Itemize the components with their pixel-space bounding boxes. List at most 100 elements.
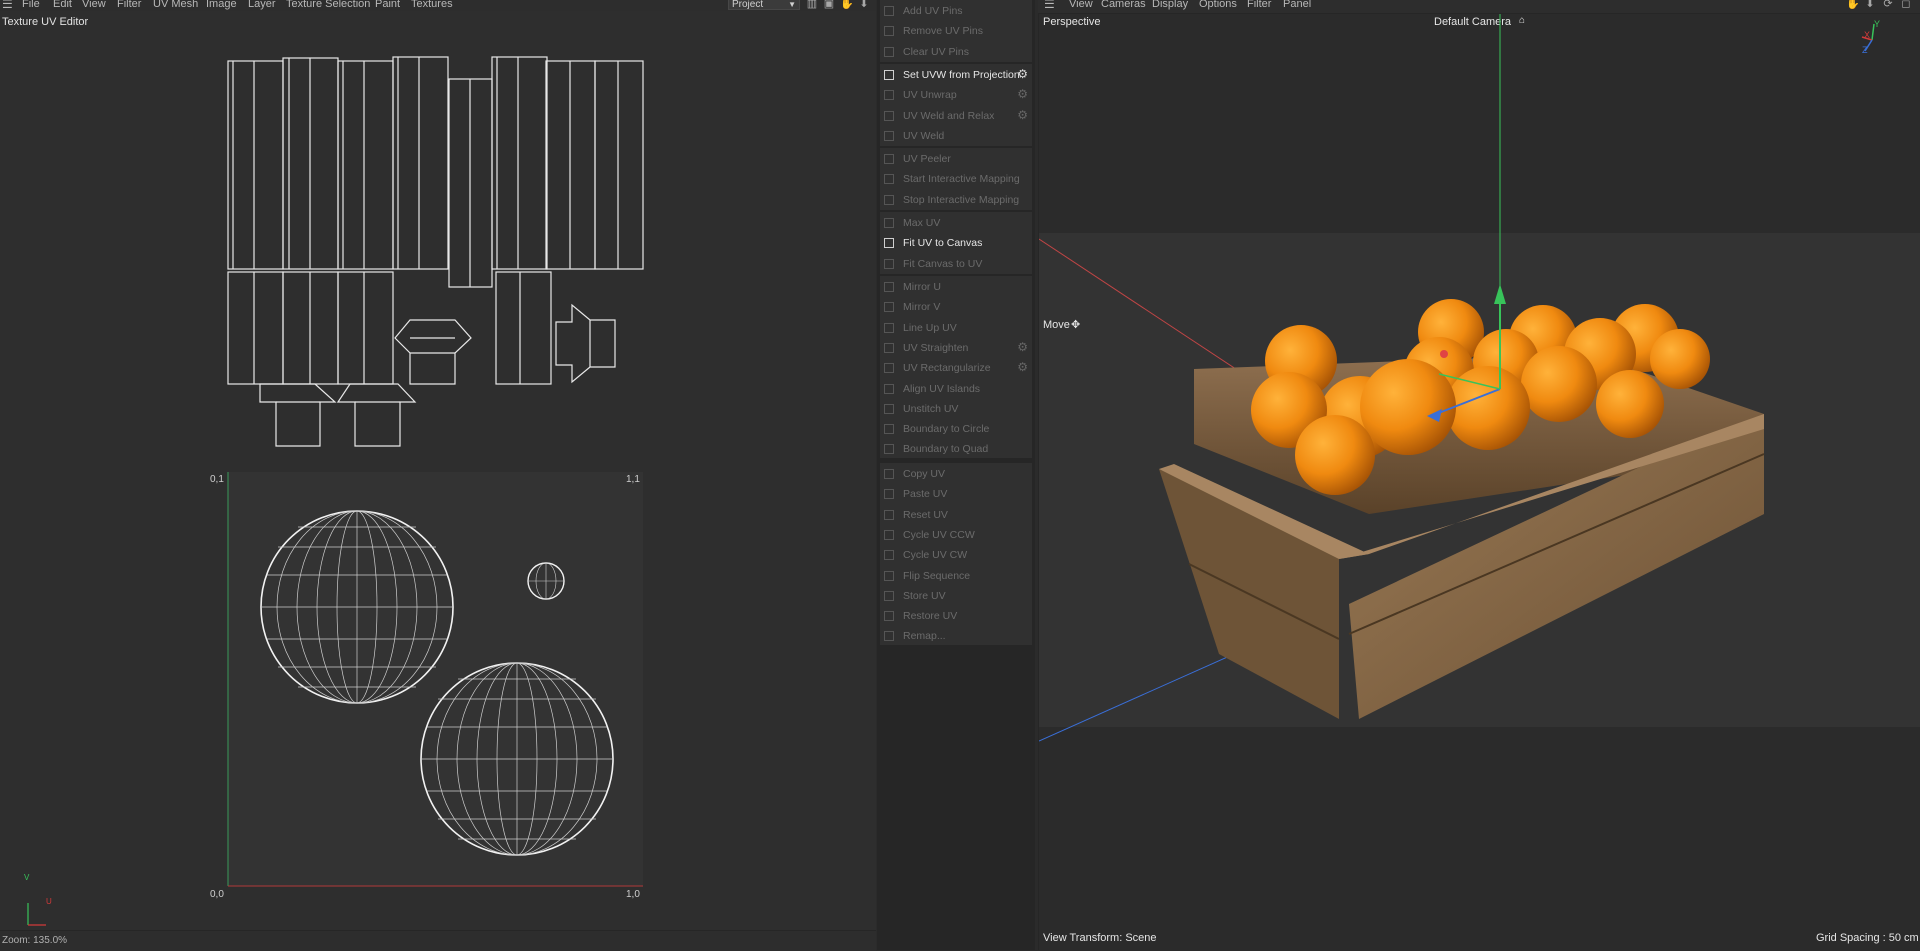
vp-arrow-down-icon[interactable]: ⬇ [1864, 0, 1876, 10]
view-transform-label: View Transform: Scene [1043, 932, 1157, 944]
grid-spacing-label: Grid Spacing : 50 cm [1816, 932, 1919, 944]
project-dropdown[interactable]: Project ▼ [728, 0, 800, 10]
hamburger-icon[interactable]: ☰ [2, 0, 13, 11]
tool-stop-interactive-mapping[interactable]: Stop Interactive Mapping [880, 190, 1032, 210]
tool-boundary-to-quad[interactable]: Boundary to Quad [880, 439, 1032, 459]
tool-reset-uv[interactable]: Reset UV [880, 505, 1032, 525]
align-uv-islands-icon [884, 383, 894, 394]
uv-canvas[interactable] [0, 30, 720, 930]
remap-icon [884, 631, 894, 642]
gear-icon[interactable]: ⚙ [1017, 361, 1028, 374]
tool-label: Remap... [903, 630, 946, 643]
gear-icon[interactable]: ⚙ [1017, 88, 1028, 101]
max-uv-icon [884, 218, 894, 228]
tool-mirror-u[interactable]: Mirror U [880, 277, 1032, 297]
tool-set-uvw-from-projection[interactable]: Set UVW from Projection ⚙ [880, 65, 1032, 85]
tool-cycle-uv-cw[interactable]: Cycle UV CW [880, 545, 1032, 565]
tool-clear-uv-pins[interactable]: Clear UV Pins [880, 42, 1032, 62]
tool-uv-straighten[interactable]: UV Straighten ⚙ [880, 338, 1032, 358]
histogram-icon[interactable]: ▥ [806, 0, 818, 10]
tool-cycle-uv-ccw[interactable]: Cycle UV CCW [880, 525, 1032, 545]
menu-filter[interactable]: Filter [117, 0, 141, 11]
uv-corner-bottom-left: 0,0 [210, 889, 224, 900]
tool-line-up-uv[interactable]: Line Up UV [880, 318, 1032, 338]
uv-square [228, 472, 643, 886]
tool-store-uv[interactable]: Store UV [880, 586, 1032, 606]
menu-file[interactable]: File [22, 0, 40, 11]
tool-label: Paste UV [903, 488, 948, 501]
viewport-scene[interactable] [1039, 14, 1920, 930]
uv-corner-bottom-right: 1,0 [626, 889, 640, 900]
tool-remap[interactable]: Remap... [880, 626, 1032, 646]
tool-label: Start Interactive Mapping [903, 173, 1020, 186]
menu-layer[interactable]: Layer [248, 0, 276, 11]
menu-image[interactable]: Image [206, 0, 237, 11]
uv-tools-panel: Add UV Pins Remove UV Pins Clear UV Pins Se… [877, 0, 1035, 950]
tool-boundary-to-circle[interactable]: Boundary to Circle [880, 419, 1032, 439]
tool-label: UV Rectangularize [903, 362, 991, 375]
tool-start-interactive-mapping[interactable]: Start Interactive Mapping [880, 169, 1032, 189]
tool-uv-rectangularize[interactable]: UV Rectangularize ⚙ [880, 358, 1032, 378]
vp-rotate-icon[interactable]: ⟳ [1882, 0, 1894, 10]
menu-paint[interactable]: Paint [375, 0, 400, 11]
tool-paste-uv[interactable]: Paste UV [880, 484, 1032, 504]
viewport-menubar: ☰ View Cameras Display Options Filter Pa… [1038, 0, 1920, 13]
tool-label: Copy UV [903, 468, 946, 480]
gear-icon[interactable]: ⚙ [1017, 68, 1028, 81]
menu-textures[interactable]: Textures [411, 0, 453, 11]
tool-max-uv[interactable]: Max UV [880, 213, 1032, 233]
viewport-hamburger-icon[interactable]: ☰ [1044, 0, 1055, 11]
tool-flip-sequence[interactable]: Flip Sequence [880, 566, 1032, 586]
lock-icon[interactable]: ▣ [823, 0, 835, 10]
line-up-uv-icon [884, 322, 894, 333]
menu-edit[interactable]: Edit [53, 0, 72, 11]
fit-canvas-to-uv-icon [884, 258, 894, 269]
uv-weld-icon [884, 130, 894, 141]
tool-fit-canvas-to-uv[interactable]: Fit Canvas to UV [880, 254, 1032, 274]
tool-remove-uv-pins[interactable]: Remove UV Pins [880, 21, 1032, 41]
menu-view[interactable]: View [82, 0, 106, 11]
store-uv-icon [884, 590, 894, 601]
uv-unwrap-icon [884, 90, 894, 101]
menu-texture-selection[interactable]: Texture Selection [286, 0, 370, 11]
arrow-down-icon[interactable]: ⬇ [858, 0, 870, 10]
vp-maximize-icon[interactable]: ◻ [1900, 0, 1912, 10]
tool-copy-uv[interactable]: Copy UV [880, 464, 1032, 484]
gear-icon[interactable]: ⚙ [1017, 340, 1028, 354]
tool-label: UV Peeler [903, 153, 951, 165]
tool-label: UV Weld [903, 129, 945, 142]
start-interactive-mapping-icon [884, 174, 894, 185]
tool-fit-uv-to-canvas[interactable]: Fit UV to Canvas [880, 233, 1032, 253]
tool-uv-weld[interactable]: UV Weld [880, 126, 1032, 146]
tool-align-uv-islands[interactable]: Align UV Islands [880, 379, 1032, 399]
gear-icon[interactable]: ⚙ [1017, 108, 1028, 122]
tool-uv-peeler[interactable]: UV Peeler [880, 149, 1032, 169]
uv-editor-title: Texture UV Editor [2, 16, 89, 28]
tool-label: Boundary to Circle [903, 423, 990, 436]
tool-uv-unwrap[interactable]: UV Unwrap ⚙ [880, 85, 1032, 105]
menu-uv-mesh[interactable]: UV Mesh [153, 0, 198, 11]
vp-menu-filter[interactable]: Filter [1247, 0, 1271, 11]
tool-label: Flip Sequence [903, 569, 971, 582]
hand-icon[interactable]: ✋ [840, 0, 854, 10]
vp-menu-cameras[interactable]: Cameras [1101, 0, 1146, 11]
tool-restore-uv[interactable]: Restore UV [880, 606, 1032, 626]
remove-uv-pins-icon [884, 26, 894, 37]
vp-hand-icon[interactable]: ✋ [1846, 0, 1860, 10]
tool-group: Mirror U Mirror V Line Up UV UV Straighten ⚙… [880, 276, 1032, 458]
vp-menu-display[interactable]: Display [1152, 0, 1188, 11]
tool-mirror-v[interactable]: Mirror V [880, 297, 1032, 317]
vp-menu-panel[interactable]: Panel [1283, 0, 1311, 11]
tool-add-uv-pins[interactable]: Add UV Pins [880, 1, 1032, 21]
vp-menu-view[interactable]: View [1069, 0, 1093, 11]
tool-group: Max UV Fit UV to Canvas Fit Canvas to UV [880, 212, 1032, 274]
stop-interactive-mapping-icon [884, 194, 894, 205]
tool-label: Clear UV Pins [903, 45, 969, 58]
gizmo-z-label: Z [1862, 45, 1868, 55]
tool-unstitch-uv[interactable]: Unstitch UV [880, 399, 1032, 419]
tool-uv-weld-and-relax[interactable]: UV Weld and Relax ⚙ [880, 106, 1032, 126]
tool-label: Remove UV Pins [903, 25, 983, 38]
crate-uv-islands [227, 56, 644, 447]
vp-menu-options[interactable]: Options [1199, 0, 1237, 11]
tool-label: Max UV [903, 217, 941, 229]
